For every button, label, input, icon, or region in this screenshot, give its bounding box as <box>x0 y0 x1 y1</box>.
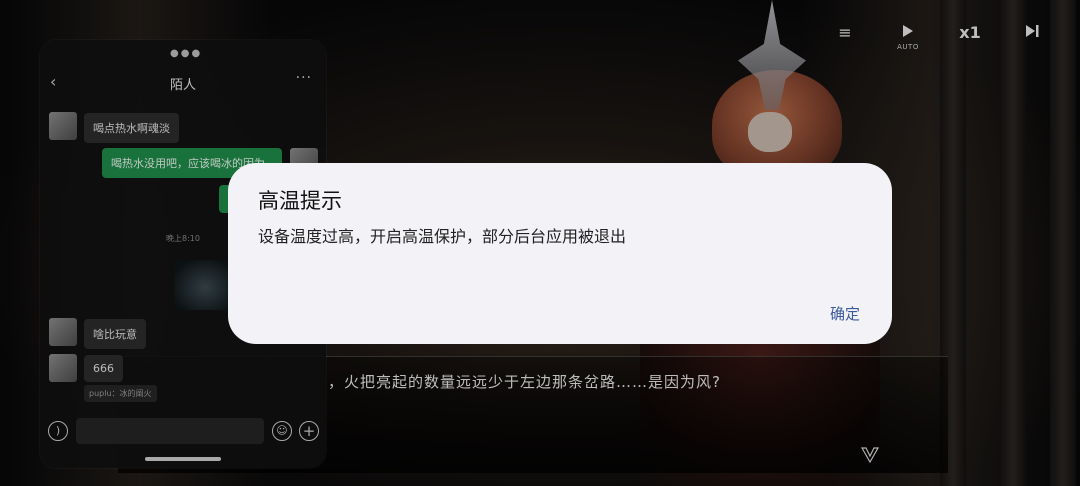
high-temperature-alert-dialog: 高温提示 设备温度过高，开启高温保护，部分后台应用被退出 确定 <box>228 163 892 344</box>
confirm-button[interactable]: 确定 <box>824 299 866 328</box>
dialog-message: 设备温度过高，开启高温保护，部分后台应用被退出 <box>258 227 627 246</box>
dialog-title: 高温提示 <box>258 189 342 213</box>
